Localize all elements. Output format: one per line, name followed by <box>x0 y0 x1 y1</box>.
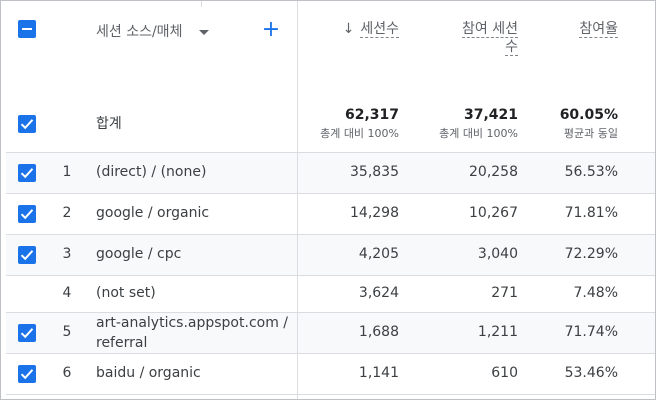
row-source-link[interactable]: google / organic <box>96 203 209 223</box>
check-icon <box>20 209 34 220</box>
dimension-header[interactable]: 세션 소스/매체 <box>96 22 209 42</box>
row-engaged: 610 <box>491 365 518 381</box>
row-source-line2: referral <box>96 335 148 351</box>
check-icon <box>20 119 34 130</box>
check-icon <box>20 250 34 261</box>
row-divider <box>6 193 655 194</box>
sessions-column-header[interactable]: ↓ 세션수 <box>279 20 399 38</box>
row-rate: 53.46% <box>564 365 618 381</box>
row-number: 6 <box>62 365 72 381</box>
row-divider <box>6 353 655 354</box>
totals-label: 합계 <box>96 116 122 132</box>
row-engaged: 3,040 <box>477 246 518 262</box>
dimension-label: 세션 소스/매체 <box>96 24 183 40</box>
row-divider <box>6 394 655 395</box>
totals-engaged-sub: 총계 대비 100% <box>439 127 518 140</box>
row-divider <box>6 275 655 276</box>
row-number: 5 <box>62 324 72 340</box>
row-rate: 56.53% <box>564 164 618 180</box>
totals-sessions-sub: 총계 대비 100% <box>320 127 399 140</box>
row-source-link[interactable]: (not set) <box>96 283 156 303</box>
row-sessions: 35,835 <box>350 164 399 180</box>
totals-sessions: 62,317 <box>344 107 399 123</box>
plus-icon: + <box>261 17 281 42</box>
select-all-checkbox[interactable] <box>18 20 36 38</box>
row-source-line1: art-analytics.appspot.com / <box>96 315 289 331</box>
row-source-link[interactable]: art-analytics.appspot.com / referral <box>96 313 288 353</box>
row-sessions: 1,688 <box>358 324 399 340</box>
row-sessions: 3,624 <box>358 285 399 301</box>
check-icon <box>20 328 34 339</box>
row-checkbox[interactable] <box>18 365 36 383</box>
row-source-link[interactable]: google / cpc <box>96 244 181 264</box>
totals-checkbox[interactable] <box>18 115 36 133</box>
row-engaged: 1,211 <box>477 324 518 340</box>
row-rate: 71.81% <box>564 205 618 221</box>
minus-icon <box>22 28 32 30</box>
row-number: 1 <box>62 164 72 180</box>
row-rate: 7.48% <box>573 285 618 301</box>
row-rate: 71.74% <box>564 324 618 340</box>
row-engaged: 10,267 <box>469 205 518 221</box>
row-divider <box>6 152 655 153</box>
row-checkbox[interactable] <box>18 205 36 223</box>
engaged-header-label-line2: 수 <box>505 39 518 56</box>
row-engaged: 271 <box>491 285 518 301</box>
row-number: 3 <box>62 246 72 262</box>
row-source-link[interactable]: baidu / organic <box>96 363 201 383</box>
add-dimension-button[interactable]: + <box>261 18 281 42</box>
check-icon <box>20 168 34 179</box>
row-rate: 72.29% <box>564 246 618 262</box>
row-number: 2 <box>62 205 72 221</box>
row-sessions: 4,205 <box>358 246 399 262</box>
row-checkbox[interactable] <box>18 164 36 182</box>
row-checkbox[interactable] <box>18 324 36 342</box>
dropdown-arrow-icon <box>198 22 209 42</box>
check-icon <box>20 369 34 380</box>
totals-engaged: 37,421 <box>463 107 518 123</box>
row-number: 4 <box>62 285 72 301</box>
sessions-header-label: 세션수 <box>360 21 399 38</box>
report-table: 세션 소스/매체 + ↓ 세션수 참여 세션 수 참여율 합계 62,317 총계… <box>0 0 656 400</box>
totals-rate: 60.05% <box>559 107 618 123</box>
engagement-rate-column-header[interactable]: 참여율 <box>528 20 618 38</box>
row-checkbox[interactable] <box>18 246 36 264</box>
sort-descending-icon: ↓ <box>342 21 355 37</box>
row-source-link[interactable]: (direct) / (none) <box>96 162 206 182</box>
engaged-header-label-line1: 참여 세션 <box>462 21 518 38</box>
row-sessions: 1,141 <box>358 365 399 381</box>
row-engaged: 20,258 <box>469 164 518 180</box>
top-tick <box>201 1 202 7</box>
row-sessions: 14,298 <box>350 205 399 221</box>
column-divider <box>297 1 298 399</box>
engagement-rate-header-label: 참여율 <box>579 21 618 38</box>
row-divider <box>6 234 655 235</box>
engaged-sessions-column-header[interactable]: 참여 세션 수 <box>408 20 518 56</box>
totals-rate-sub: 평균과 동일 <box>563 127 618 140</box>
